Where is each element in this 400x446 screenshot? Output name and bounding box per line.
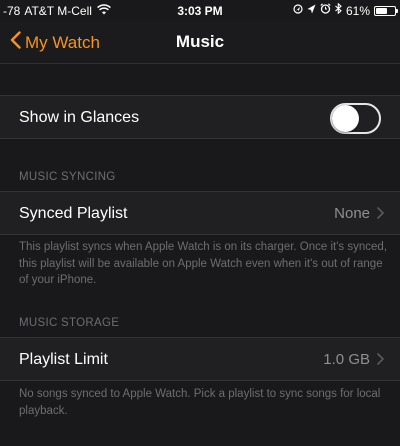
playlist-limit-value: 1.0 GB	[323, 351, 370, 368]
alarm-clock-icon	[320, 3, 331, 18]
music-syncing-footer: This playlist syncs when Apple Watch is …	[19, 241, 388, 286]
show-in-glances-row[interactable]: Show in Glances	[0, 95, 400, 139]
toggle-knob	[332, 105, 359, 132]
synced-playlist-row[interactable]: Synced Playlist None	[0, 191, 400, 235]
bluetooth-icon	[335, 2, 342, 18]
playlist-limit-label: Playlist Limit	[19, 351, 108, 368]
navigation-bar: My Watch Music	[0, 20, 400, 64]
synced-playlist-value: None	[334, 205, 370, 222]
playlist-limit-row[interactable]: Playlist Limit 1.0 GB	[0, 337, 400, 381]
music-storage-header: MUSIC STORAGE	[19, 317, 120, 329]
synced-playlist-label: Synced Playlist	[19, 205, 128, 222]
navigation-arrow-icon	[307, 4, 316, 18]
battery-percent: 61%	[345, 3, 370, 18]
page-title: Music	[175, 32, 225, 51]
battery-icon	[374, 5, 398, 16]
battery-fill	[376, 7, 387, 14]
show-in-glances-label: Show in Glances	[19, 109, 140, 126]
show-in-glances-toggle[interactable]	[330, 103, 381, 134]
status-bar: -78 AT&T M-Cell 3:03 PM 61%	[0, 0, 400, 20]
status-right: 61%	[293, 2, 398, 18]
music-syncing-header: MUSIC SYNCING	[19, 171, 116, 183]
location-icon	[293, 3, 303, 18]
chevron-right-icon	[377, 206, 384, 224]
chevron-right-icon	[377, 352, 384, 370]
music-storage-footer: No songs synced to Apple Watch. Pick a p…	[19, 388, 381, 417]
